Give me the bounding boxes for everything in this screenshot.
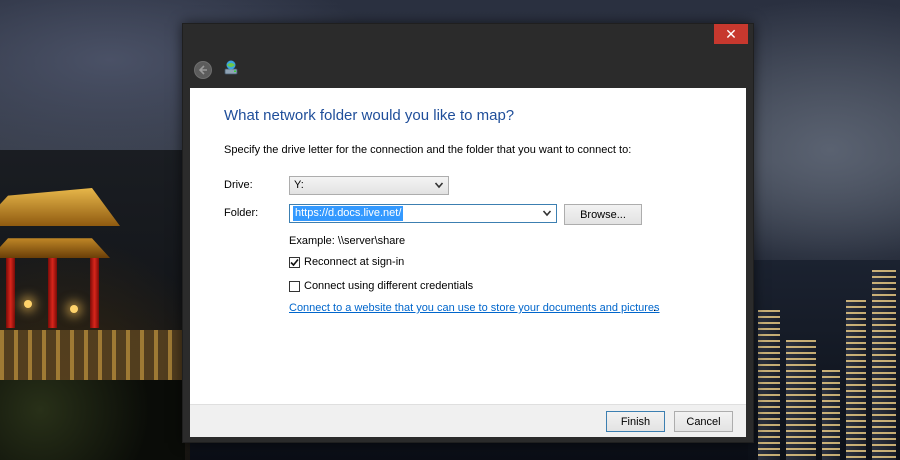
credentials-label: Connect using different credentials	[304, 280, 474, 292]
chevron-down-icon	[434, 182, 444, 189]
instruction-text: Specify the drive letter for the connect…	[224, 144, 632, 156]
building	[758, 310, 780, 460]
folder-input[interactable]: https://d.docs.live.net/	[293, 206, 404, 221]
lantern	[24, 300, 32, 308]
folder-combobox[interactable]: https://d.docs.live.net/	[289, 204, 557, 223]
reconnect-checkbox[interactable]	[289, 256, 300, 268]
drive-label: Drive:	[224, 179, 253, 191]
button-bar: Finish Cancel	[190, 404, 746, 437]
credentials-checkbox-row[interactable]: Connect using different credentials	[289, 280, 473, 292]
chevron-down-icon[interactable]	[542, 208, 552, 218]
lantern	[70, 305, 78, 313]
trees	[0, 380, 185, 460]
finish-button[interactable]: Finish	[606, 411, 665, 432]
building	[846, 300, 866, 460]
close-button[interactable]: ✕	[714, 24, 748, 44]
close-icon: ✕	[725, 25, 737, 42]
folder-label: Folder:	[224, 207, 259, 219]
drive-select[interactable]: Y:	[289, 176, 449, 195]
link-period: .	[653, 302, 657, 314]
pagoda-pillar	[48, 258, 57, 328]
building	[822, 370, 840, 460]
building	[872, 270, 896, 460]
cancel-button[interactable]: Cancel	[674, 411, 733, 432]
back-arrow-icon	[198, 65, 207, 75]
credentials-checkbox[interactable]	[289, 280, 300, 292]
network-drive-icon	[224, 60, 238, 75]
railing	[0, 330, 185, 385]
drive-value: Y:	[294, 179, 304, 191]
reconnect-checkbox-row[interactable]: Reconnect at sign-in	[289, 256, 404, 268]
wizard-page: What network folder would you like to ma…	[190, 88, 746, 404]
example-text: Example: \\server\share	[289, 235, 406, 247]
reconnect-label: Reconnect at sign-in	[304, 256, 405, 268]
pagoda-pillar	[6, 258, 15, 328]
store-documents-link[interactable]: Connect to a website that you can use to…	[289, 302, 660, 314]
back-button[interactable]	[194, 61, 212, 79]
page-title: What network folder would you like to ma…	[224, 107, 515, 124]
city-skyline	[748, 260, 900, 460]
checkmark-icon	[290, 258, 299, 266]
browse-button[interactable]: Browse...	[564, 204, 642, 225]
map-network-drive-window: ✕ What network folder would you like to …	[182, 23, 754, 443]
building	[786, 340, 816, 460]
pagoda-pillar	[90, 258, 99, 328]
